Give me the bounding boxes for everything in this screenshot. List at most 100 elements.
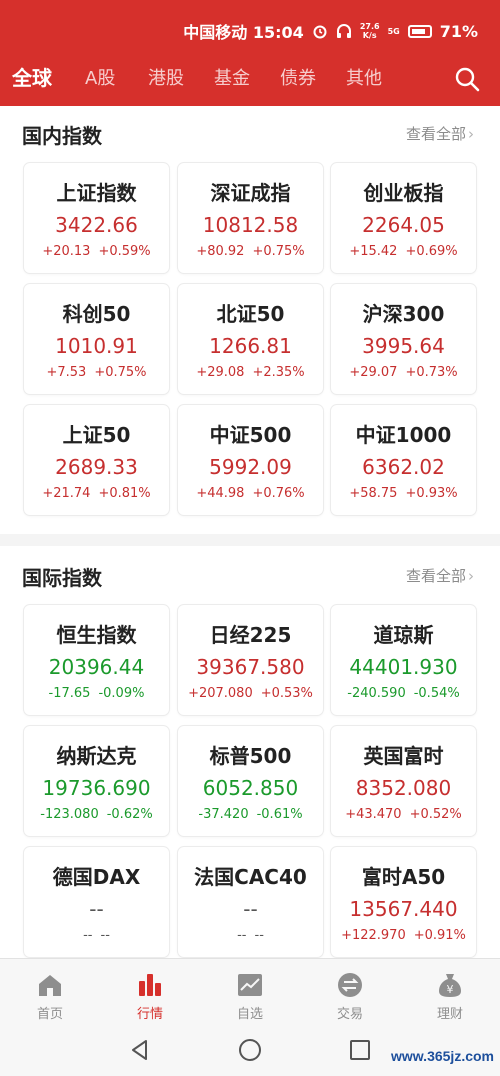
index-name: 恒生指数: [56, 623, 137, 647]
index-card[interactable]: 上证50 2689.33 +21.74 +0.81%: [24, 405, 169, 515]
index-card[interactable]: 北证50 1266.81 +29.08 +2.35%: [178, 284, 323, 394]
index-change-amount: +29.08: [196, 365, 245, 380]
index-name: 上证指数: [56, 181, 137, 205]
index-value: 6052.850: [202, 776, 299, 800]
index-change-row: -37.420 -0.61%: [178, 807, 323, 822]
index-change-percent: +0.81%: [98, 486, 151, 501]
index-change-percent: +0.91%: [413, 928, 466, 943]
watermark: www.365jz.com: [391, 1048, 494, 1064]
index-value: 2689.33: [55, 455, 138, 479]
index-name: 德国DAX: [52, 865, 141, 889]
index-change-row: +122.970 +0.91%: [331, 928, 476, 943]
index-card[interactable]: 富时A50 13567.440 +122.970 +0.91%: [331, 847, 476, 957]
view-all-international[interactable]: 查看全部 ›: [406, 565, 474, 586]
section-title-domestic: 国内指数: [22, 124, 102, 148]
index-change-percent: +0.53%: [260, 686, 313, 701]
bottom-tab-trade[interactable]: 交易: [300, 959, 400, 1025]
tab-label: 理财: [436, 1007, 463, 1022]
tab-global[interactable]: 全球: [12, 62, 52, 91]
index-card[interactable]: 创业板指 2264.05 +15.42 +0.69%: [331, 163, 476, 273]
index-value: 1010.91: [55, 334, 138, 358]
view-all-label: 查看全部: [405, 567, 466, 585]
index-change-row: +15.42 +0.69%: [331, 244, 476, 259]
index-change-amount: -17.65: [48, 686, 91, 701]
index-change-amount: +43.470: [345, 807, 402, 822]
view-all-domestic[interactable]: 查看全部 ›: [406, 123, 474, 144]
index-value: 10812.58: [202, 213, 299, 237]
index-name: 上证50: [62, 423, 131, 447]
index-change-percent: +0.59%: [98, 244, 151, 259]
battery-icon: [407, 24, 432, 38]
index-name: 富时A50: [361, 865, 446, 889]
tab-label: 自选: [236, 1007, 263, 1022]
tab-hk-shares[interactable]: 港股: [148, 64, 184, 90]
index-change-amount: +21.74: [42, 486, 91, 501]
search-icon[interactable]: [454, 66, 480, 92]
index-card[interactable]: 标普500 6052.850 -37.420 -0.61%: [178, 726, 323, 836]
index-value: 13567.440: [349, 897, 458, 921]
index-card[interactable]: 沪深300 3995.64 +29.07 +0.73%: [331, 284, 476, 394]
bottom-tab-wealth[interactable]: ¥ 理财: [400, 959, 500, 1025]
recents-icon[interactable]: [348, 1038, 372, 1062]
index-change-amount: +29.07: [349, 365, 398, 380]
index-change-percent: +0.75%: [252, 244, 305, 259]
index-value: 19736.690: [42, 776, 151, 800]
watchlist-icon: [238, 974, 262, 996]
index-value: 20396.44: [48, 655, 145, 679]
index-change-percent: +0.69%: [405, 244, 458, 259]
tab-funds[interactable]: 基金: [214, 64, 250, 90]
index-change-amount: -240.590: [347, 686, 406, 701]
status-bar: 中国移动 15:04 27.6 K/s 5G 71%: [183, 18, 478, 44]
index-card[interactable]: 中证1000 6362.02 +58.75 +0.93%: [331, 405, 476, 515]
tab-label: 首页: [36, 1007, 63, 1022]
index-change-amount: +58.75: [349, 486, 398, 501]
headphone-icon: [336, 24, 351, 38]
back-icon[interactable]: [128, 1038, 152, 1062]
index-change-row: +20.13 +0.59%: [24, 244, 169, 259]
index-change-row: +80.92 +0.75%: [178, 244, 323, 259]
index-card[interactable]: 深证成指 10812.58 +80.92 +0.75%: [178, 163, 323, 273]
home-circle-icon[interactable]: [238, 1038, 262, 1062]
index-name: 创业板指: [363, 181, 444, 205]
bottom-tab-bar: 首页 行情 自选 交易 ¥ 理财: [0, 958, 500, 1024]
tab-a-shares[interactable]: A股: [85, 64, 115, 90]
index-change-row: +7.53 +0.75%: [24, 365, 169, 380]
index-change-percent: +0.52%: [409, 807, 462, 822]
index-name: 日经225: [209, 623, 292, 647]
index-card[interactable]: 中证500 5992.09 +44.98 +0.76%: [178, 405, 323, 515]
index-change-amount: +207.080: [188, 686, 253, 701]
index-change-row: +58.75 +0.93%: [331, 486, 476, 501]
index-change-row: -240.590 -0.54%: [331, 686, 476, 701]
net-speed: 27.6 K/s: [360, 22, 380, 40]
market-tabs: 全球 A股 港股 基金 债券 其他: [0, 58, 500, 98]
index-change-amount: +7.53: [46, 365, 87, 380]
index-name: 法国CAC40: [194, 865, 307, 889]
section-title-international: 国际指数: [22, 566, 102, 590]
index-change-row: -- --: [178, 928, 323, 943]
tab-bonds[interactable]: 债券: [280, 64, 316, 90]
index-card[interactable]: 法国CAC40 -- -- --: [178, 847, 323, 957]
wealth-icon: ¥: [439, 974, 461, 997]
bottom-tab-home[interactable]: 首页: [0, 959, 100, 1025]
signal-5g: 5G: [387, 26, 400, 36]
index-card[interactable]: 道琼斯 44401.930 -240.590 -0.54%: [331, 605, 476, 715]
index-card[interactable]: 纳斯达克 19736.690 -123.080 -0.62%: [24, 726, 169, 836]
bottom-tab-watchlist[interactable]: 自选: [200, 959, 300, 1025]
index-card[interactable]: 英国富时 8352.080 +43.470 +0.52%: [331, 726, 476, 836]
index-value: 1266.81: [209, 334, 292, 358]
index-card[interactable]: 上证指数 3422.66 +20.13 +0.59%: [24, 163, 169, 273]
tab-other[interactable]: 其他: [346, 64, 382, 90]
index-change-amount: -37.420: [198, 807, 249, 822]
index-change-percent: -0.61%: [256, 807, 303, 822]
index-card[interactable]: 科创50 1010.91 +7.53 +0.75%: [24, 284, 169, 394]
index-card[interactable]: 德国DAX -- -- --: [24, 847, 169, 957]
index-change-amount: --: [237, 928, 247, 943]
bottom-tab-market[interactable]: 行情: [100, 959, 200, 1025]
index-card[interactable]: 恒生指数 20396.44 -17.65 -0.09%: [24, 605, 169, 715]
index-value: 2264.05: [362, 213, 445, 237]
index-change-percent: -0.62%: [106, 807, 153, 822]
index-card[interactable]: 日经225 39367.580 +207.080 +0.53%: [178, 605, 323, 715]
index-name: 深证成指: [210, 181, 291, 205]
app-header: 中国移动 15:04 27.6 K/s 5G 71% 全球 A股 港股 基金 债…: [0, 0, 500, 106]
index-name: 道琼斯: [373, 623, 434, 647]
